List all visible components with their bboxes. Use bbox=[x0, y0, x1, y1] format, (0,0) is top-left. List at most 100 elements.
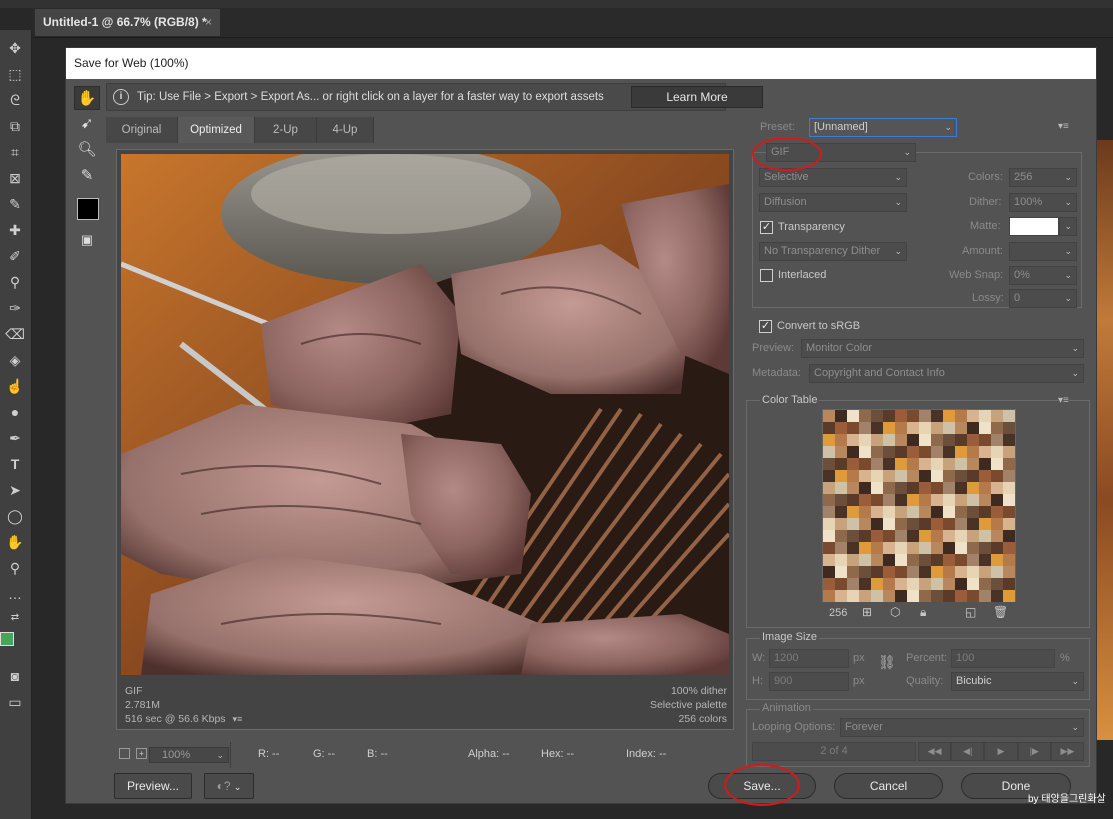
toggle-slices-icon[interactable]: ▣ bbox=[74, 228, 100, 252]
optimize-menu-icon[interactable]: ▾≡ bbox=[1058, 121, 1069, 132]
color-swatch[interactable] bbox=[991, 590, 1003, 602]
color-swatch[interactable] bbox=[943, 470, 955, 482]
color-swatch[interactable] bbox=[1003, 410, 1015, 422]
color-swatch[interactable] bbox=[943, 542, 955, 554]
color-swatch[interactable] bbox=[859, 482, 871, 494]
color-swatch[interactable] bbox=[931, 446, 943, 458]
color-swatch[interactable] bbox=[871, 530, 883, 542]
web-snap-dropdown[interactable]: 0% ⌄ bbox=[1009, 266, 1077, 285]
color-swatch[interactable] bbox=[871, 410, 883, 422]
crop-tool-icon[interactable]: ⌗ bbox=[4, 142, 26, 162]
color-swatch[interactable] bbox=[955, 470, 967, 482]
color-swatch[interactable] bbox=[1003, 434, 1015, 446]
color-swatch[interactable] bbox=[859, 590, 871, 602]
color-swatch[interactable] bbox=[931, 566, 943, 578]
color-swatch[interactable] bbox=[967, 554, 979, 566]
amount-dropdown[interactable]: ⌄ bbox=[1009, 242, 1077, 261]
trash-icon[interactable]: 🗑︎ bbox=[993, 605, 1008, 619]
first-frame-button[interactable]: ◀◀ bbox=[918, 742, 952, 761]
close-tab-icon[interactable]: × bbox=[205, 9, 212, 36]
color-swatch[interactable] bbox=[907, 542, 919, 554]
color-swatch[interactable] bbox=[907, 482, 919, 494]
color-swatch[interactable] bbox=[991, 566, 1003, 578]
color-swatch[interactable] bbox=[859, 542, 871, 554]
color-swatch[interactable] bbox=[895, 494, 907, 506]
color-swatch[interactable] bbox=[919, 506, 931, 518]
color-swatch[interactable] bbox=[823, 590, 835, 602]
color-swatch[interactable] bbox=[979, 470, 991, 482]
color-swatch[interactable] bbox=[847, 506, 859, 518]
color-swatch[interactable] bbox=[823, 578, 835, 590]
color-swatch[interactable] bbox=[907, 470, 919, 482]
color-swatch[interactable] bbox=[943, 554, 955, 566]
color-swatch[interactable] bbox=[883, 422, 895, 434]
preset-dropdown[interactable]: [Unnamed] ⌄ bbox=[809, 118, 957, 137]
color-swatch[interactable] bbox=[883, 566, 895, 578]
color-swatch[interactable] bbox=[871, 542, 883, 554]
color-swatch[interactable] bbox=[979, 458, 991, 470]
color-swatch[interactable] bbox=[967, 458, 979, 470]
color-swatch[interactable] bbox=[979, 590, 991, 602]
color-swatch[interactable] bbox=[859, 530, 871, 542]
color-swatch[interactable] bbox=[931, 410, 943, 422]
color-swatch[interactable] bbox=[835, 530, 847, 542]
smudge-tool-icon[interactable]: ☝ bbox=[4, 376, 26, 396]
color-swatch[interactable] bbox=[955, 590, 967, 602]
zoom-tool-icon[interactable]: ⚲ bbox=[4, 558, 26, 578]
color-swatch[interactable] bbox=[823, 446, 835, 458]
preview-color-dropdown[interactable]: Monitor Color ⌄ bbox=[801, 339, 1084, 358]
color-swatch[interactable] bbox=[835, 494, 847, 506]
color-swatch[interactable] bbox=[979, 566, 991, 578]
color-swatch[interactable] bbox=[871, 578, 883, 590]
color-swatch[interactable] bbox=[919, 578, 931, 590]
color-swatch[interactable] bbox=[883, 458, 895, 470]
color-swatch[interactable] bbox=[859, 434, 871, 446]
color-swatch[interactable] bbox=[859, 566, 871, 578]
color-swatch[interactable] bbox=[1003, 578, 1015, 590]
color-swatch[interactable] bbox=[1003, 542, 1015, 554]
color-swatch[interactable] bbox=[955, 554, 967, 566]
color-swatch[interactable] bbox=[931, 518, 943, 530]
color-swatch[interactable] bbox=[895, 446, 907, 458]
color-swatch[interactable] bbox=[931, 578, 943, 590]
color-swatch[interactable] bbox=[823, 458, 835, 470]
document-tab[interactable]: Untitled-1 @ 66.7% (RGB/8) * × bbox=[35, 9, 220, 36]
zoom-icon[interactable]: 🔍︎ bbox=[74, 138, 100, 162]
color-swatch[interactable] bbox=[967, 446, 979, 458]
color-swatch[interactable] bbox=[931, 494, 943, 506]
color-swatch[interactable] bbox=[883, 590, 895, 602]
browser-preview-dropdown[interactable]: ◐? ⌄ bbox=[204, 773, 254, 799]
next-frame-button[interactable]: |▶ bbox=[1017, 742, 1051, 761]
healing-tool-icon[interactable]: ✚ bbox=[4, 220, 26, 240]
color-swatch[interactable] bbox=[835, 458, 847, 470]
dither-algorithm-dropdown[interactable]: Diffusion ⌄ bbox=[759, 193, 907, 212]
color-swatch[interactable] bbox=[943, 494, 955, 506]
color-swatch[interactable] bbox=[943, 578, 955, 590]
color-swatch[interactable] bbox=[859, 554, 871, 566]
color-swatch[interactable] bbox=[859, 410, 871, 422]
color-swatch[interactable] bbox=[835, 410, 847, 422]
color-swatch[interactable] bbox=[835, 542, 847, 554]
color-swatch[interactable] bbox=[979, 434, 991, 446]
width-field[interactable]: 1200 bbox=[769, 649, 849, 668]
ellipse-tool-icon[interactable]: ◯ bbox=[4, 506, 26, 526]
frame-tool-icon[interactable]: ⊠ bbox=[4, 168, 26, 188]
color-swatch[interactable] bbox=[871, 446, 883, 458]
color-swatch[interactable] bbox=[979, 410, 991, 422]
color-swatch[interactable] bbox=[991, 422, 1003, 434]
tab-2-up[interactable]: 2-Up bbox=[255, 117, 317, 143]
color-swatch[interactable] bbox=[871, 518, 883, 530]
lossy-dropdown[interactable]: 0 ⌄ bbox=[1009, 289, 1077, 308]
color-swatch[interactable] bbox=[1003, 422, 1015, 434]
new-color-icon[interactable]: ◱ bbox=[965, 605, 976, 619]
color-swatch[interactable] bbox=[871, 590, 883, 602]
color-swatch[interactable] bbox=[835, 578, 847, 590]
color-swatch[interactable] bbox=[907, 506, 919, 518]
color-swatch[interactable] bbox=[931, 434, 943, 446]
web-shift-icon[interactable]: ⊞ bbox=[862, 605, 872, 619]
convert-srgb-checkbox[interactable]: ✓ bbox=[759, 320, 772, 333]
color-swatch[interactable] bbox=[895, 410, 907, 422]
color-swatch[interactable] bbox=[871, 482, 883, 494]
quality-dropdown[interactable]: Bicubic ⌄ bbox=[951, 672, 1084, 691]
color-swatch[interactable] bbox=[847, 434, 859, 446]
